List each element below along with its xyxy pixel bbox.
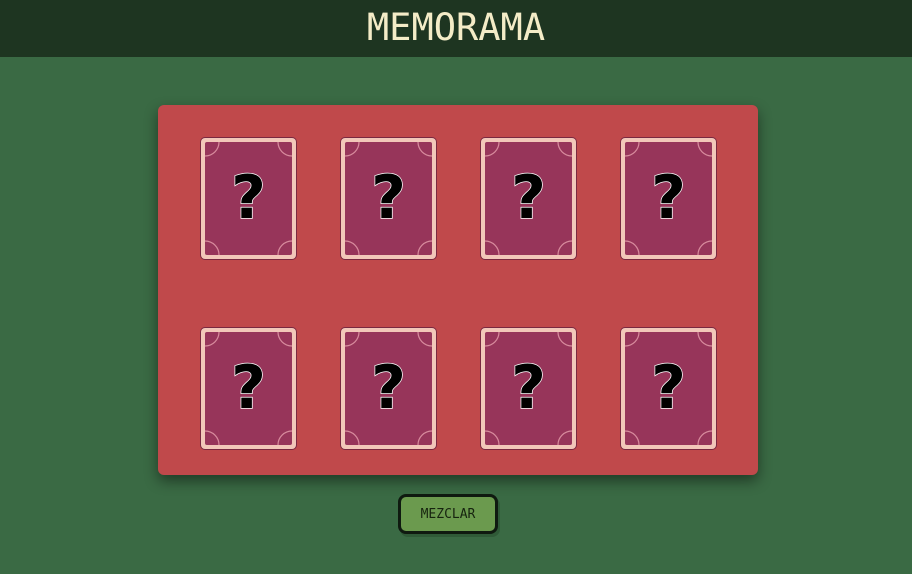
svg-text:?: ? bbox=[231, 163, 266, 233]
memory-card[interactable]: ? bbox=[621, 328, 716, 449]
memory-card[interactable]: ? bbox=[341, 328, 436, 449]
svg-text:?: ? bbox=[651, 353, 686, 423]
question-mark-icon: ? bbox=[230, 162, 266, 234]
svg-text:?: ? bbox=[371, 163, 406, 233]
memory-card[interactable]: ? bbox=[201, 138, 296, 259]
memory-card[interactable]: ? bbox=[481, 138, 576, 259]
question-mark-icon: ? bbox=[230, 352, 266, 424]
question-mark-icon: ? bbox=[650, 352, 686, 424]
memory-card[interactable]: ? bbox=[201, 328, 296, 449]
svg-text:?: ? bbox=[231, 353, 266, 423]
question-mark-icon: ? bbox=[650, 162, 686, 234]
shuffle-button[interactable]: MEZCLAR bbox=[398, 494, 498, 534]
game-board: ???????? bbox=[158, 105, 758, 475]
header-bar: MEMORAMA bbox=[0, 0, 912, 57]
question-mark-icon: ? bbox=[370, 162, 406, 234]
memory-card[interactable]: ? bbox=[481, 328, 576, 449]
svg-text:?: ? bbox=[371, 353, 406, 423]
question-mark-icon: ? bbox=[510, 162, 546, 234]
page-title: MEMORAMA bbox=[366, 6, 546, 49]
svg-text:?: ? bbox=[511, 353, 546, 423]
memory-card[interactable]: ? bbox=[621, 138, 716, 259]
svg-text:?: ? bbox=[511, 163, 546, 233]
svg-text:?: ? bbox=[651, 163, 686, 233]
question-mark-icon: ? bbox=[510, 352, 546, 424]
question-mark-icon: ? bbox=[370, 352, 406, 424]
memory-card[interactable]: ? bbox=[341, 138, 436, 259]
